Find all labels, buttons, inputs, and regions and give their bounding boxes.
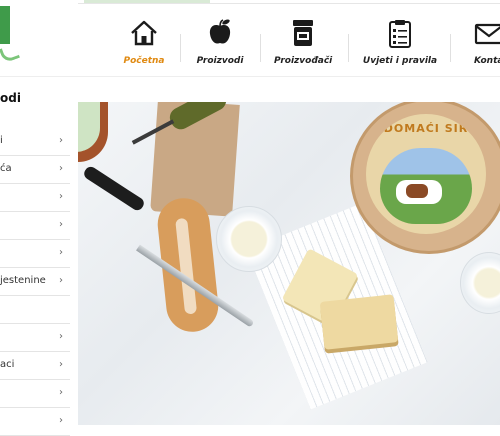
site-logo[interactable]: [0, 0, 21, 64]
nav-item-proizvodaci[interactable]: Proizvođači: [274, 18, 332, 72]
wine-glass: [216, 206, 282, 272]
nav-divider: [348, 34, 349, 62]
cheese-label-text: DOMAĆI SIR: [383, 122, 469, 135]
nav-divider: [260, 34, 261, 62]
chevron-right-icon: ›: [59, 247, 63, 258]
leaf-icon: [0, 43, 21, 64]
baguette-crust: [175, 217, 198, 315]
home-icon: [131, 20, 157, 46]
chevron-right-icon: ›: [59, 191, 63, 202]
nav-item-pocetna[interactable]: Početna: [116, 18, 172, 72]
envelope-icon: [474, 23, 500, 45]
main-nav: Početna Proizvodi Proizvođači Uvjeti i p…: [78, 4, 500, 74]
cheese-wheel-label: DOMAĆI SIR: [366, 114, 486, 234]
nav-divider: [180, 34, 181, 62]
chevron-right-icon: ›: [59, 415, 63, 426]
category-label: ća: [0, 163, 12, 174]
nav-label-proizvodaci: Proizvođači: [274, 56, 333, 66]
jar-icon: [293, 20, 313, 46]
chevron-right-icon: ›: [59, 359, 63, 370]
nav-label-proizvodi: Proizvodi: [196, 56, 244, 66]
category-item[interactable]: ›: [0, 323, 70, 352]
chevron-right-icon: ›: [59, 331, 63, 342]
category-label: jestenine: [0, 275, 46, 286]
category-item[interactable]: aci ›: [0, 351, 70, 380]
category-label: i: [0, 135, 3, 146]
category-label: aci: [0, 359, 15, 370]
nav-label-pocetna: Početna: [123, 56, 165, 66]
category-item[interactable]: ›: [0, 379, 70, 408]
nav-label-uvjeti: Uvjeti i pravila: [362, 56, 438, 66]
chevron-right-icon: ›: [59, 275, 63, 286]
cheese-wedge: [319, 294, 399, 350]
nav-divider: [450, 34, 451, 62]
apple-icon: [209, 19, 231, 44]
category-sidebar: odi i › ća › › › › jestenine › › aci › ›…: [0, 77, 78, 436]
clipboard-icon: [389, 20, 411, 48]
cucumber-slices: [78, 102, 100, 152]
hero-banner[interactable]: DOMAĆI SIR: [78, 102, 500, 425]
category-item[interactable]: ›: [0, 239, 70, 268]
sidebar-title: odi: [0, 91, 21, 105]
chevron-right-icon: ›: [59, 135, 63, 146]
category-item[interactable]: [0, 295, 70, 324]
chevron-right-icon: ›: [59, 387, 63, 398]
category-item[interactable]: ›: [0, 211, 70, 240]
nav-item-uvjeti[interactable]: Uvjeti i pravila: [362, 18, 438, 72]
category-item[interactable]: jestenine ›: [0, 267, 70, 296]
cow-spot: [406, 184, 428, 198]
category-item[interactable]: ›: [0, 183, 70, 212]
category-item[interactable]: ća ›: [0, 155, 70, 184]
category-item[interactable]: i ›: [0, 127, 70, 156]
chevron-right-icon: ›: [59, 163, 63, 174]
nav-item-proizvodi[interactable]: Proizvodi: [192, 18, 248, 72]
nav-item-kontakt[interactable]: Konta: [464, 18, 500, 72]
chevron-right-icon: ›: [59, 219, 63, 230]
nav-label-kontakt: Konta: [474, 56, 500, 66]
logo-mark: [0, 6, 10, 44]
category-item[interactable]: ›: [0, 407, 70, 436]
